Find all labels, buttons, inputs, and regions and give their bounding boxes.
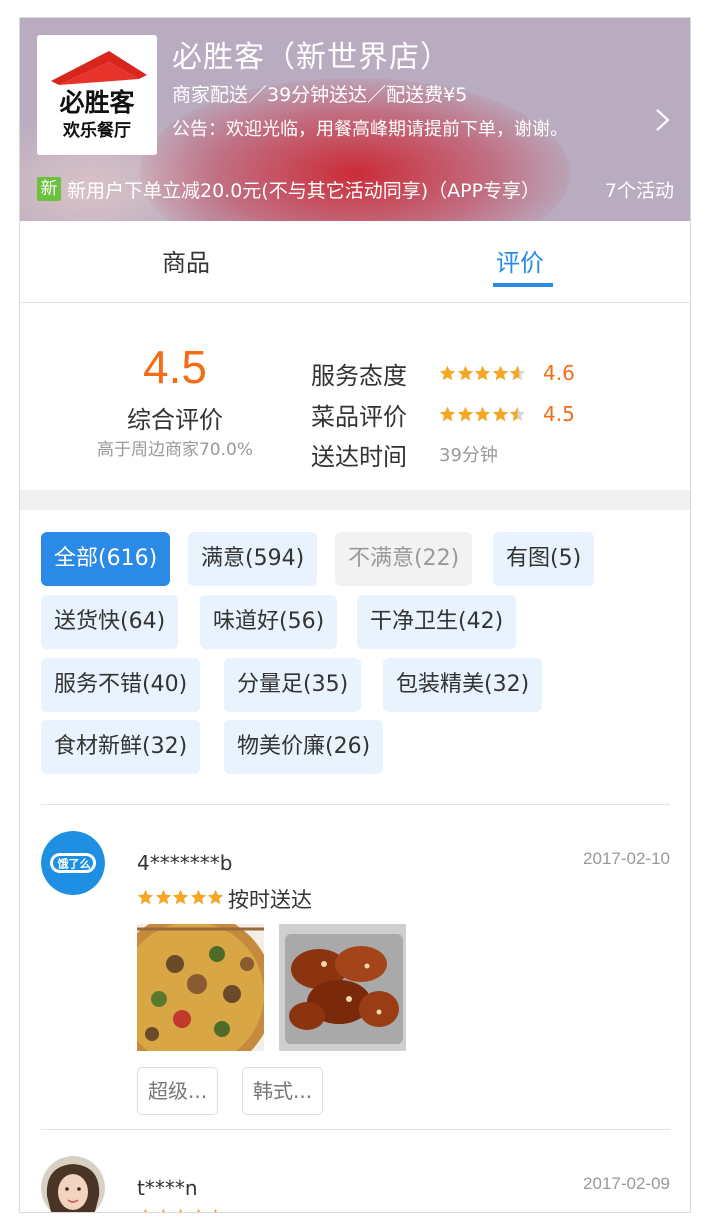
phone-frame: 必胜客 欢乐餐厅 必胜客（新世界店） 商家配送／39分钟送达／配送费¥5 公告：…	[19, 17, 691, 1213]
star-rating	[439, 365, 543, 382]
filter-tag[interactable]: 干净卫生(42)	[357, 595, 517, 649]
rating-label: 送达时间	[311, 442, 407, 471]
review-username: 4*******b	[137, 851, 233, 875]
section-divider	[20, 490, 690, 510]
user-avatar[interactable]: 饿了么	[41, 831, 105, 895]
star-icon	[509, 365, 526, 380]
star-icon	[172, 889, 189, 905]
star-icon	[179, 1208, 182, 1212]
tab-goods[interactable]: 商品	[162, 243, 210, 278]
active-tab-indicator	[493, 283, 553, 287]
rating-label: 菜品评价	[311, 402, 407, 431]
review-photo-pizza[interactable]	[137, 924, 264, 1051]
rating-row-dishes: 菜品评价 4.5	[311, 398, 575, 431]
filter-tag[interactable]: 送货快(64)	[41, 595, 179, 649]
review-item: t****n 2017-02-09	[20, 1130, 690, 1212]
chevron-right-icon[interactable]	[652, 106, 674, 134]
star-icon	[161, 1208, 165, 1212]
rating-row-service: 服务态度 4.6	[311, 357, 575, 390]
review-item: 饿了么 4*******b 2017-02-10 按时送达 超级... 韩式..…	[20, 805, 690, 1130]
logo-text-sub: 欢乐餐厅	[62, 120, 131, 141]
logo-text-main: 必胜客	[59, 88, 134, 117]
star-icon	[190, 889, 206, 905]
review-item-chip[interactable]: 超级...	[137, 1067, 219, 1115]
review-date: 2017-02-10	[583, 849, 670, 868]
review-stars	[137, 889, 225, 906]
star-icon	[137, 889, 154, 905]
new-user-badge: 新	[37, 177, 61, 201]
star-icon	[509, 406, 526, 421]
review-text: 按时送达	[228, 888, 312, 912]
shop-name: 必胜客（新世界店）	[172, 40, 451, 75]
rating-value: 4.5	[543, 402, 575, 426]
star-icon	[214, 1208, 217, 1212]
filter-tag-all[interactable]: 全部(616)	[41, 532, 171, 586]
user-avatar[interactable]	[41, 1156, 105, 1212]
filter-tag[interactable]: 味道好(56)	[200, 595, 338, 649]
filter-tag[interactable]: 分量足(35)	[224, 658, 362, 712]
star-rating	[439, 406, 543, 423]
rating-label: 服务态度	[311, 361, 407, 390]
filter-tag[interactable]: 食材新鲜(32)	[41, 720, 201, 774]
star-icon	[155, 889, 171, 905]
shop-header[interactable]: 必胜客 欢乐餐厅 必胜客（新世界店） 商家配送／39分钟送达／配送费¥5 公告：…	[20, 18, 690, 221]
activities-link[interactable]: 7个活动	[605, 176, 674, 203]
rating-value: 4.6	[543, 361, 575, 385]
shop-delivery-info: 商家配送／39分钟送达／配送费¥5	[172, 84, 468, 106]
shop-notice: 公告：欢迎光临，用餐高峰期请提前下单，谢谢。	[172, 119, 568, 140]
review-stars	[137, 1208, 225, 1212]
tab-bar: 商品 评价	[20, 221, 690, 303]
review-item-chip[interactable]: 韩式...	[242, 1067, 324, 1115]
star-icon	[144, 1208, 147, 1212]
shop-logo: 必胜客 欢乐餐厅	[37, 35, 157, 155]
overall-score: 4.5	[143, 341, 207, 393]
star-icon	[439, 406, 456, 421]
promo-text: 新用户下单立减20.0元(不与其它活动同享)（APP专享）	[67, 179, 541, 202]
star-icon	[196, 1208, 200, 1212]
filter-tag[interactable]: 服务不错(40)	[41, 658, 201, 712]
filter-tag-unsatisfied[interactable]: 不满意(22)	[335, 532, 473, 586]
review-username: t****n	[137, 1176, 198, 1200]
overall-score-label: 综合评价	[127, 406, 223, 434]
filter-tag-with-photos[interactable]: 有图(5)	[493, 532, 595, 586]
filter-tag-satisfied[interactable]: 满意(594)	[188, 532, 318, 586]
star-icon	[492, 406, 508, 421]
filter-tag[interactable]: 物美价廉(26)	[224, 720, 384, 774]
overall-score-comparison: 高于周边商家70.0%	[96, 440, 253, 460]
avatar-logo-text: 饿了么	[57, 857, 91, 871]
delivery-time-value: 39分钟	[439, 445, 498, 466]
tab-reviews[interactable]: 评价	[496, 243, 544, 278]
star-icon	[492, 365, 508, 380]
filter-tag[interactable]: 包装精美(32)	[383, 658, 543, 712]
rating-row-delivery-time: 送达时间 39分钟	[311, 438, 498, 471]
promo-row[interactable]: 新 新用户下单立减20.0元(不与其它活动同享)（APP专享）	[37, 176, 540, 202]
star-icon	[474, 406, 491, 421]
star-icon	[439, 365, 456, 380]
star-icon	[457, 365, 473, 380]
star-icon	[207, 889, 224, 905]
star-icon	[457, 406, 473, 421]
review-date: 2017-02-09	[583, 1174, 670, 1193]
review-photo-chicken-wings[interactable]	[279, 924, 406, 1051]
rating-summary: 4.5 综合评价 高于周边商家70.0% 服务态度 4.6 菜品评价 4.5 送…	[20, 304, 690, 490]
star-icon	[474, 365, 491, 380]
